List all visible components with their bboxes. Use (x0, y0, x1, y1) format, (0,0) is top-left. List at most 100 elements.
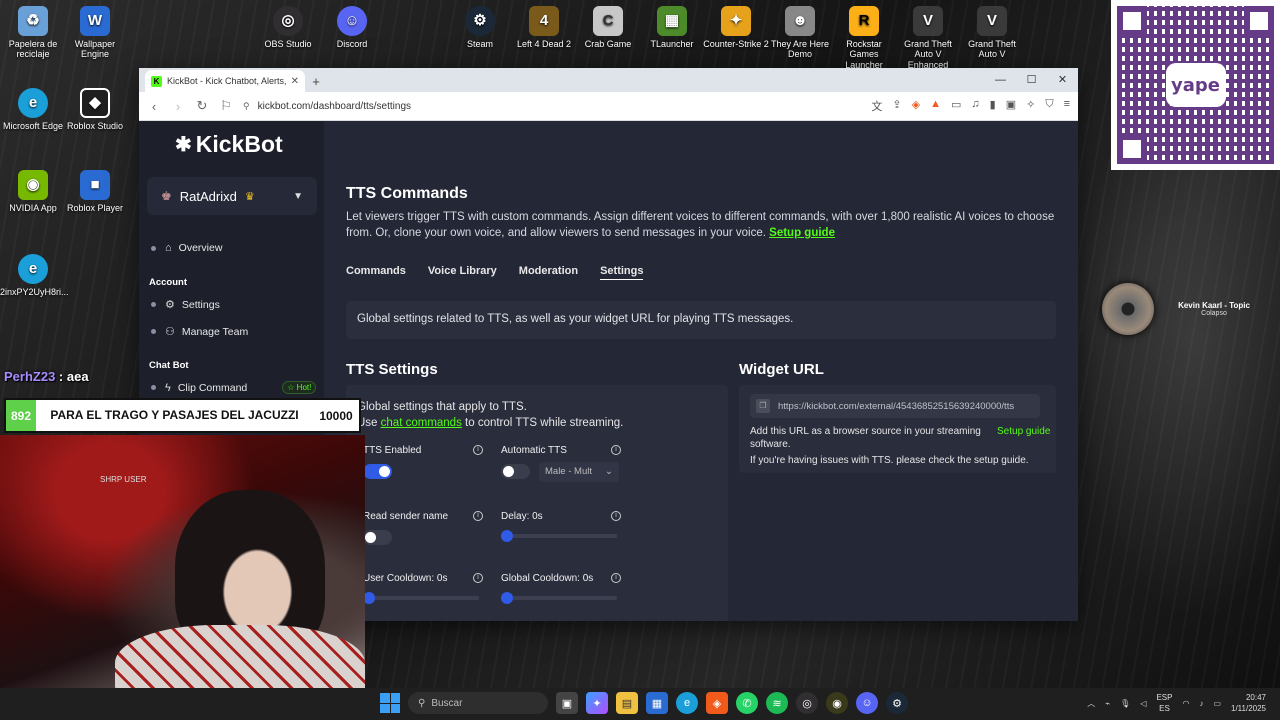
account-switcher[interactable]: ♚ RatAdrixd ♛ ▼ (147, 177, 317, 215)
copy-icon[interactable]: ❐ (756, 399, 770, 413)
camera-app-icon[interactable]: ◉ (826, 692, 848, 714)
desktop-icon-crab-game[interactable]: C Crab Game (575, 6, 641, 49)
desktop-icon-edge-shortcut[interactable]: e 2inxPY2UyH8ri... (0, 254, 69, 297)
new-tab-button[interactable]: + (305, 70, 327, 92)
brave-rewards-icon[interactable]: ▲ (930, 98, 941, 114)
brave-taskbar-icon[interactable]: ◈ (706, 692, 728, 714)
volume-icon[interactable]: ◁ (1140, 699, 1146, 708)
site-info-icon[interactable]: ⚲ (243, 101, 250, 112)
vpn-icon[interactable]: ⛉ (1045, 98, 1053, 114)
wallet-icon[interactable]: ▣ (1006, 98, 1016, 114)
slider-handle[interactable] (501, 592, 513, 604)
discord-taskbar-icon[interactable]: ☺ (856, 692, 878, 714)
translate-icon[interactable]: 文 (871, 98, 882, 114)
read-sender-toggle[interactable] (363, 530, 392, 545)
sidebar-item-settings[interactable]: ⚙ Settings (151, 298, 220, 311)
desktop-icon-gta5[interactable]: V Grand Theft Auto V (959, 6, 1025, 60)
setup-guide-link[interactable]: Setup guide (769, 227, 835, 239)
speaker-icon[interactable]: ♪ (1199, 699, 1203, 708)
info-icon[interactable]: i (611, 445, 621, 455)
desktop-icon-tlauncher[interactable]: ▦ TLauncher (639, 6, 705, 49)
desktop-icon-roblox-studio[interactable]: ◆ Roblox Studio (62, 88, 128, 131)
taskbar-search[interactable]: ⚲ Buscar (408, 692, 548, 714)
background-shirt-text: SHRP USER (100, 475, 147, 484)
widget-setup-guide-link[interactable]: Setup guide (997, 425, 1050, 438)
desktop-icon-left4dead2[interactable]: 4 Left 4 Dead 2 (511, 6, 577, 49)
chat-commands-link[interactable]: chat commands (381, 417, 462, 429)
file-explorer-icon[interactable]: ▤ (616, 692, 638, 714)
desktop-icon-edge[interactable]: e Microsoft Edge (0, 88, 66, 131)
tab-commands[interactable]: Commands (346, 265, 406, 280)
desktop-icon-cs2[interactable]: ✦ Counter-Strike 2 (703, 6, 769, 49)
spotify-icon[interactable]: ≋ (766, 692, 788, 714)
desktop-icon-recycle-bin[interactable]: ♻ Papelera de reciclaje (0, 6, 66, 60)
info-icon[interactable]: i (473, 573, 483, 583)
whatsapp-icon[interactable]: ✆ (736, 692, 758, 714)
microphone-icon[interactable]: 🎙 (1120, 699, 1130, 708)
reload-icon[interactable]: ↻ (195, 98, 209, 114)
user-cooldown-slider[interactable] (363, 592, 479, 604)
language-indicator[interactable]: ESP ES (1156, 692, 1172, 714)
sidebar-item-manage-team[interactable]: ⚇ Manage Team (151, 325, 248, 338)
desktop-icon-roblox-player[interactable]: ■ Roblox Player (62, 170, 128, 213)
maximize-button[interactable]: ☐ (1016, 68, 1047, 92)
voice-select[interactable]: Male - Mult ⌄ (539, 462, 619, 482)
global-cooldown-slider[interactable] (501, 592, 617, 604)
desktop-icon-nvidia[interactable]: ◉ NVIDIA App (0, 170, 66, 213)
browser-tab-kickbot[interactable]: K KickBot - Kick Chatbot, Alerts, TTS ✕ (145, 70, 305, 92)
tts-enabled-toggle[interactable] (363, 464, 392, 479)
desktop-icon-discord[interactable]: ☺ Discord (319, 6, 385, 49)
info-icon[interactable]: i (611, 511, 621, 521)
widget-url-field[interactable]: ❐ https://kickbot.com/external/454368525… (750, 394, 1040, 418)
forward-arrow-icon[interactable]: › (171, 99, 185, 114)
tab-moderation[interactable]: Moderation (519, 265, 578, 280)
yape-logo: yape (1165, 63, 1226, 107)
desktop-icon-gta5-enhanced[interactable]: V Grand Theft Auto V Enhanced (895, 6, 961, 70)
desktop-icon-rockstar[interactable]: R Rockstar Games Launcher (831, 6, 897, 70)
info-icon[interactable]: i (473, 511, 483, 521)
slider-handle[interactable] (501, 530, 513, 542)
battery-icon[interactable]: ▭ (1213, 699, 1221, 708)
desktop-icon-steam[interactable]: ⚙ Steam (447, 6, 513, 49)
info-icon[interactable]: i (473, 445, 483, 455)
sidebar-toggle-icon[interactable]: ▮ (990, 98, 996, 114)
sidebar-item-clip-command[interactable]: ϟ Clip Command ☆ Hot! (151, 381, 317, 394)
system-clock[interactable]: 20:47 1/11/2025 (1231, 692, 1266, 714)
tab-voice-library[interactable]: Voice Library (428, 265, 497, 280)
edge-taskbar-icon[interactable]: e (676, 692, 698, 714)
info-icon[interactable]: i (611, 573, 621, 583)
delay-slider[interactable] (501, 530, 617, 542)
tab-search-icon[interactable]: ▭ (951, 98, 961, 114)
leo-ai-icon[interactable]: ✧ (1026, 98, 1035, 114)
media-icon[interactable]: ♫ (971, 98, 979, 114)
windows-start-icon[interactable] (380, 693, 400, 713)
obs-taskbar-icon[interactable]: ◎ (796, 692, 818, 714)
network-icon[interactable]: ⌁ (1105, 699, 1110, 708)
tab-close-icon[interactable]: ✕ (291, 76, 299, 87)
kickbot-logo[interactable]: ✱ KickBot (175, 131, 283, 158)
minimize-button[interactable]: — (985, 68, 1016, 92)
close-window-button[interactable]: ✕ (1047, 68, 1078, 92)
copilot-icon[interactable]: ✦ (586, 692, 608, 714)
url-field[interactable]: ⚲ kickbot.com/dashboard/tts/settings (243, 95, 861, 117)
desktop-icon-wallpaper-engine[interactable]: W Wallpaper Engine (62, 6, 128, 60)
brave-shields-icon[interactable]: ◈ (912, 98, 920, 114)
sidebar-heading-chat-bot: Chat Bot (149, 360, 189, 371)
setting-label: Global Cooldown: 0s (501, 573, 594, 584)
share-icon[interactable]: ⇪ (892, 98, 901, 114)
task-view-icon[interactable]: ▣ (556, 692, 578, 714)
bookmark-icon[interactable]: ⚐ (219, 98, 233, 114)
tab-settings[interactable]: Settings (600, 265, 644, 280)
sidebar-item-overview[interactable]: ⌂ Overview (151, 242, 222, 254)
chat-text: : aea (55, 369, 89, 384)
microsoft-store-icon[interactable]: ▦ (646, 692, 668, 714)
tray-overflow-icon[interactable]: ︿ (1087, 698, 1095, 709)
steam-taskbar-icon[interactable]: ⚙ (886, 692, 908, 714)
desktop-icon-obs[interactable]: ◎ OBS Studio (255, 6, 321, 49)
back-arrow-icon[interactable]: ‹ (147, 99, 161, 114)
wifi-icon[interactable]: ◠ (1182, 699, 1189, 708)
chat-message-overlay: PerhZ23 : aea (4, 369, 89, 384)
menu-icon[interactable]: ≡ (1064, 98, 1070, 114)
desktop-icon-they-are-here[interactable]: ☻ They Are Here Demo (767, 6, 833, 60)
automatic-tts-toggle[interactable] (501, 464, 530, 479)
